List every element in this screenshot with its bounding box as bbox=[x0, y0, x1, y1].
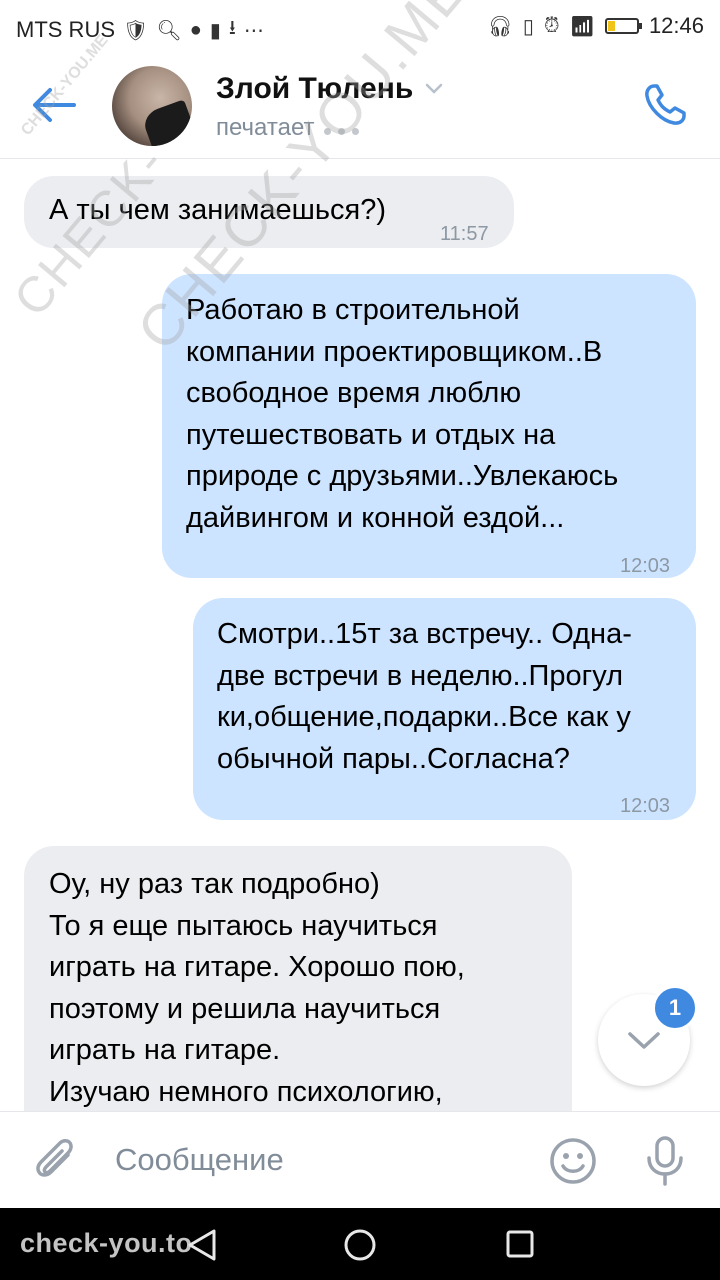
unread-badge: 1 bbox=[652, 985, 698, 1031]
phone-icon[interactable] bbox=[640, 80, 690, 130]
chevron-down-icon[interactable] bbox=[425, 83, 443, 95]
message-time: 12:03 bbox=[620, 555, 671, 577]
nav-home-icon[interactable] bbox=[343, 1228, 377, 1262]
download-notification-icon: ⭳ bbox=[228, 17, 236, 39]
microphone-icon[interactable] bbox=[640, 1134, 690, 1188]
paperclip-icon[interactable] bbox=[34, 1137, 80, 1185]
more-notifications-icon: ⋯ bbox=[243, 19, 264, 42]
message-text: Оу, ну раз так подробно) То я еще пытаюс… bbox=[49, 868, 465, 1108]
notification-icon: 🛡 bbox=[123, 19, 149, 42]
alert-notification-icon: ▮ bbox=[209, 19, 221, 42]
nav-recent-apps-icon[interactable] bbox=[505, 1229, 535, 1259]
vibrate-icon: ▯ bbox=[522, 15, 534, 38]
message-text: Работаю в строительной компании проектир… bbox=[186, 294, 619, 534]
battery-level bbox=[607, 21, 616, 31]
alarm-icon: ⏰︎ bbox=[543, 14, 560, 37]
message-composer bbox=[0, 1111, 720, 1209]
watermark: check-you.to bbox=[20, 1228, 193, 1258]
message-time: 11:57 bbox=[440, 223, 489, 245]
message-bubble-incoming[interactable]: Оу, ну раз так подробно) То я еще пытаюс… bbox=[24, 846, 572, 1116]
chat-notification-icon: ● bbox=[189, 18, 202, 41]
avatar[interactable] bbox=[112, 66, 192, 146]
message-bubble-outgoing[interactable]: Смотри..15т за встречу.. Одна- две встре… bbox=[193, 598, 696, 820]
chevron-down-icon bbox=[628, 1032, 660, 1049]
battery-icon bbox=[604, 18, 642, 34]
message-time: 12:03 bbox=[620, 795, 671, 817]
system-nav-bar: check-you.to bbox=[0, 1208, 720, 1280]
message-input[interactable] bbox=[115, 1138, 515, 1182]
search-notification-icon: 🔍︎ bbox=[156, 19, 182, 42]
signal-icon: 📶︎ bbox=[569, 15, 595, 38]
message-bubble-outgoing[interactable]: Работаю в строительной компании проектир… bbox=[162, 274, 696, 578]
nav-back-icon[interactable] bbox=[186, 1228, 218, 1262]
smile-icon[interactable] bbox=[548, 1136, 598, 1186]
clock: 12:46 bbox=[648, 13, 704, 38]
message-text: Смотри..15т за встречу.. Одна- две встре… bbox=[217, 618, 632, 775]
headphones-icon: 🎧︎ bbox=[487, 15, 513, 38]
